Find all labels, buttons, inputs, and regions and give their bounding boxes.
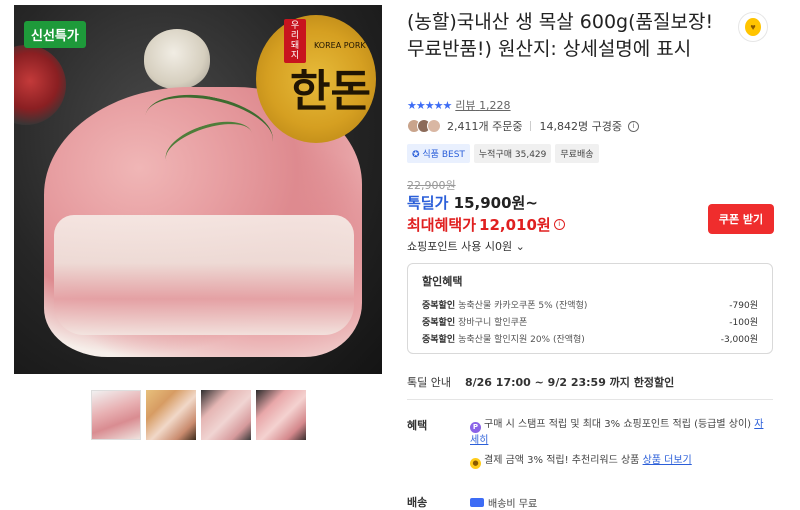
chip-free-shipping: 무료배송 [555, 144, 599, 163]
chip-row: ✪ 식품 BEST 누적구매 35,429 무료배송 [407, 144, 599, 163]
chevron-down-icon: ⌄ [515, 240, 525, 253]
info-icon[interactable]: i [627, 120, 639, 132]
meat-fat-layer [54, 215, 354, 335]
shipping-value: 배송비 무료 [488, 499, 538, 510]
discount-row: 중복할인 농축산물 할인지원 20% (잔액형) -3,000원 [422, 335, 758, 345]
discount-row: 중복할인 농축산물 카카오쿠폰 5% (잔액형) -790원 [422, 301, 758, 311]
order-count: 2,411개 주문중 [447, 120, 523, 133]
info-icon[interactable]: i [553, 219, 565, 230]
benefit-reward: ● 결제 금액 3% 적립! 추천리워드 상품 상품 더보기 [470, 453, 692, 469]
logo-sub: KOREA PORK [314, 41, 366, 50]
thumbnail-3[interactable] [201, 390, 251, 440]
max-benefit-price: 최대혜택가 12,010원 i [407, 214, 565, 235]
thumbnail-strip [91, 390, 306, 440]
logo-text: 한돈 [290, 66, 371, 117]
discount-box: 할인혜택 중복할인 농축산물 카카오쿠폰 5% (잔액형) -790원 중복할인 장… [407, 263, 773, 354]
deal-label: 톡딜 안내 [407, 376, 451, 389]
thumbnail-1[interactable] [91, 390, 141, 440]
fresh-deal-badge: 신선특가 [24, 21, 86, 48]
more-products-link[interactable]: 상품 더보기 [643, 455, 692, 466]
deal-info-row: 톡딜 안내 8/26 17:00 ~ 9/2 23:59 까지 한정할인 [407, 374, 674, 390]
stats-row: 2,411개 주문중 14,842명 구경중 i [407, 118, 639, 134]
point-coin-icon: P [470, 422, 481, 433]
benefit-label: 혜택 [407, 419, 428, 432]
max-price-value: 12,010원 [479, 216, 551, 234]
deal-period: 8/26 17:00 ~ 9/2 23:59 까지 한정할인 [464, 376, 675, 389]
special-price-label: 톡딜가 [407, 194, 449, 212]
rating-row: ★★★★★ 리뷰 1,228 [407, 97, 511, 113]
points-dropdown[interactable]: 쇼핑포인트 사용 시0원 ⌄ [407, 238, 525, 254]
discount-row: 중복할인 장바구니 할인쿠폰 -100원 [422, 318, 758, 328]
heart-icon: ♥ [745, 18, 761, 36]
avatar [427, 119, 441, 133]
review-link[interactable]: 리뷰 1,228 [455, 97, 510, 113]
viewer-count: 14,842명 구경중 [539, 120, 622, 133]
thumbnail-2[interactable] [146, 390, 196, 440]
main-product-image[interactable]: 신선특가 우리돼지 KOREA PORK 한돈 [14, 5, 382, 374]
thumbnail-4[interactable] [256, 390, 306, 440]
special-price-value: 15,900원~ [453, 194, 538, 212]
special-price: 톡딜가 15,900원~ [407, 192, 538, 213]
chip-cumulative: 누적구매 35,429 [473, 144, 552, 163]
star-rating-icon: ★★★★★ [407, 98, 452, 112]
shipping-label: 배송 [407, 496, 428, 509]
favorite-button[interactable]: ♥ [738, 12, 768, 42]
divider [530, 121, 532, 131]
pepper-bowl [14, 45, 66, 125]
product-title: (농할)국내산 생 목살 600g(품질보장!무료반품!) 원산지: 상세설명에… [407, 11, 714, 60]
discount-title: 할인혜택 [422, 275, 463, 288]
chip-best[interactable]: ✪ 식품 BEST [407, 144, 470, 163]
divider [407, 399, 773, 400]
coin-icon: ● [470, 458, 481, 469]
max-price-label: 최대혜택가 [407, 216, 477, 234]
benefit-stamp: P 구매 시 스탬프 적립 및 최대 3% 쇼핑포인트 적립 (등급별 상이) 자… [470, 419, 764, 446]
hanwoo-pork-logo: 우리돼지 KOREA PORK 한돈 [256, 15, 376, 143]
garlic [144, 29, 210, 89]
avatar-group [407, 119, 441, 133]
original-price: 22,900원 [407, 179, 456, 192]
get-coupon-button[interactable]: 쿠폰 받기 [708, 204, 774, 234]
shipping-row: 배송비 무료 [470, 495, 537, 510]
